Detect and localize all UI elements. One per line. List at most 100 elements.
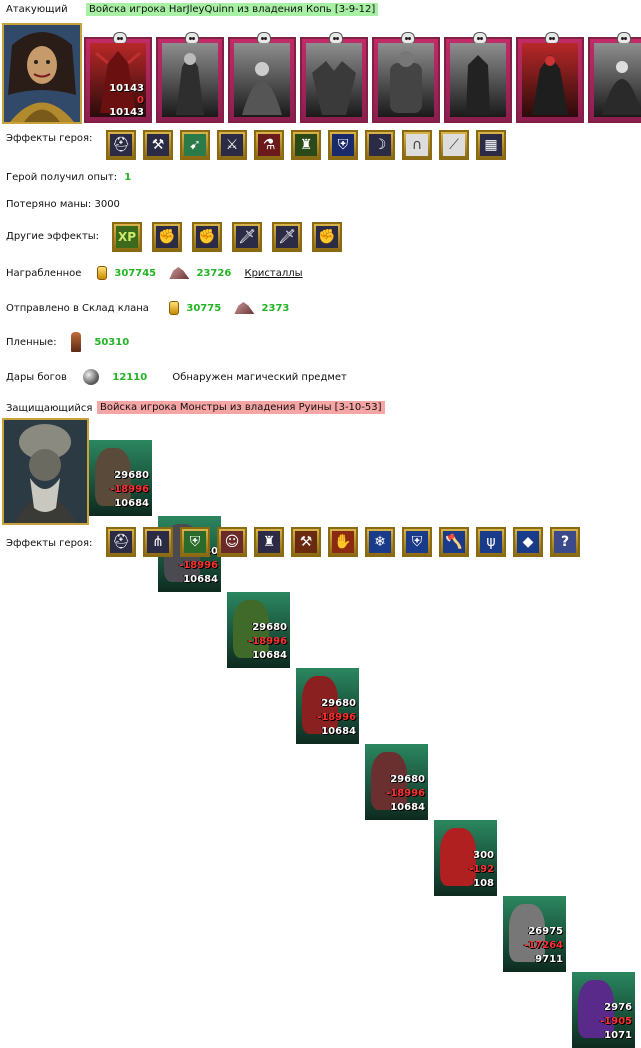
unit-count: 29680 <box>390 774 425 785</box>
defender-hero-portrait[interactable] <box>2 418 89 525</box>
hammers-icon[interactable]: ⚒ <box>291 527 321 557</box>
defender-unit-card[interactable]: 2976 -1905 1071 <box>572 972 635 1048</box>
attacker-unit-card[interactable] <box>516 32 584 123</box>
unit-loss: -18996 <box>248 636 287 647</box>
defender-title: Войска игрока Монстры из владения Руины … <box>97 401 385 414</box>
loot-label: Награбленное <box>6 268 82 279</box>
clan-gold: 30775 <box>186 303 222 314</box>
exp-label: Герой получил опыт: <box>6 172 118 183</box>
sword-icon[interactable]: 🗡 <box>232 222 262 252</box>
attacker-label: Атакующий <box>6 4 68 15</box>
green-shield-icon[interactable]: ⛨ <box>180 527 210 557</box>
attacker-unit-card[interactable] <box>588 32 641 123</box>
attacker-effects-label: Эффекты героя: <box>6 133 93 144</box>
found-item-text: Обнаружен магический предмет <box>172 372 347 383</box>
unknown-icon[interactable]: ? <box>550 527 580 557</box>
frost-shield-icon[interactable]: ⛨ <box>402 527 432 557</box>
crystal-icon <box>234 302 255 314</box>
defender-unit-card[interactable]: 29680 -18996 10684 <box>89 440 152 516</box>
prisoners-label: Пленные: <box>6 337 57 348</box>
unit-remaining: 9711 <box>535 954 563 965</box>
unit-count: 10143 <box>109 83 144 94</box>
unit-loss: -17264 <box>524 940 563 951</box>
unit-count: 26975 <box>528 926 563 937</box>
attacker-unit-card[interactable] <box>444 32 512 123</box>
fist-sword-icon[interactable]: ✊ <box>312 222 342 252</box>
crystal-icon <box>169 267 190 279</box>
prisoner-icon <box>71 332 82 352</box>
unit-loss: -18996 <box>386 788 425 799</box>
idol-icon[interactable]: ♜ <box>291 130 321 160</box>
unit-loss: -18996 <box>110 484 149 495</box>
unit-count: 29680 <box>252 622 287 633</box>
unit-remaining: 10684 <box>390 802 425 813</box>
defender-unit-card[interactable]: 29680 -18996 10684 <box>227 592 290 668</box>
prisoners-value: 50310 <box>94 337 130 348</box>
crystal-icon[interactable]: ◆ <box>513 527 543 557</box>
unit-loss: -18996 <box>317 712 356 723</box>
unit-count: 29680 <box>321 698 356 709</box>
unit-remaining: 10684 <box>252 650 287 661</box>
gifts-row: Дары богов 12110 Обнаружен магический пр… <box>6 369 347 385</box>
sword-heart-icon[interactable]: ⚔ <box>217 130 247 160</box>
attacker-unit-card[interactable] <box>300 32 368 123</box>
fist-sword-icon[interactable]: ✊ <box>152 222 182 252</box>
axe-icon[interactable]: 🪓 <box>439 527 469 557</box>
defender-unit-card[interactable]: 300 -192 108 <box>434 820 497 896</box>
unit-count: 2976 <box>604 1002 632 1013</box>
unit-remaining: 10684 <box>114 498 149 509</box>
loot-crystals: 23726 <box>196 268 232 279</box>
arrow-icon[interactable]: ➹ <box>180 130 210 160</box>
loot-gold: 307745 <box>114 268 157 279</box>
horseshoe-icon[interactable]: ∩ <box>402 130 432 160</box>
gold-icon <box>97 266 108 280</box>
defender-unit-card[interactable]: 29680 -18996 10684 <box>365 744 428 820</box>
trident-icon[interactable]: ψ <box>476 527 506 557</box>
spikes-icon[interactable]: ⋔ <box>143 527 173 557</box>
ice-icon[interactable]: ❄ <box>365 527 395 557</box>
unit-loss: -1905 <box>600 1016 632 1027</box>
potion-icon[interactable]: ⚗ <box>254 130 284 160</box>
creature-figure <box>440 828 476 886</box>
attacker-hero-portrait[interactable] <box>2 23 82 124</box>
defender-unit-card[interactable]: 26975 -17264 9711 <box>503 896 566 972</box>
clan-crystals: 2373 <box>261 303 290 314</box>
unit-remaining: 10143 <box>109 107 144 117</box>
amulet-icon[interactable]: ☽ <box>365 130 395 160</box>
shield-icon[interactable]: ⛨ <box>328 130 358 160</box>
attacker-unit-card[interactable] <box>156 32 224 123</box>
helmet-icon[interactable]: ⛑ <box>106 527 136 557</box>
orb-icon <box>83 369 100 385</box>
unit-count: 300 <box>473 850 494 861</box>
helmet-icon[interactable]: ⛑ <box>106 130 136 160</box>
defender-effects-row: ⛑ ⋔ ⛨ ☺ ♜ ⚒ ✋ ❄ ⛨ 🪓 ψ ◆? <box>106 527 587 557</box>
attacker-unit-card[interactable] <box>228 32 296 123</box>
unit-loss: -18996 <box>179 560 218 571</box>
gifts-value: 12110 <box>112 372 148 383</box>
warrior-icon[interactable]: ☺ <box>217 527 247 557</box>
fire-claw-icon[interactable]: ✋ <box>328 527 358 557</box>
cage-icon[interactable]: ▦ <box>476 130 506 160</box>
attacker-unit-card[interactable] <box>372 32 440 123</box>
unit-count: 29680 <box>114 470 149 481</box>
loot-crystals-link[interactable]: Кристаллы <box>244 268 302 279</box>
exp-value: 1 <box>124 172 132 183</box>
unit-loss: 0 <box>137 95 144 106</box>
unit-remaining: 10684 <box>183 574 218 585</box>
clan-label: Отправлено в Склад клана <box>6 303 149 314</box>
other-effects-label: Другие эффекты: <box>6 231 100 242</box>
fist-sword-icon[interactable]: ✊ <box>192 222 222 252</box>
bone-axe-icon[interactable]: ⚒ <box>143 130 173 160</box>
attacker-effects-row: ⛑ ⚒ ➹ ⚔ ⚗ ♜ ⛨ ☽ ∩ ⟋ ▦ <box>106 130 513 160</box>
defender-unit-card[interactable]: 29680 -18996 10684 <box>296 668 359 744</box>
sabre-icon[interactable]: ⟋ <box>439 130 469 160</box>
defender-effects-label: Эффекты героя: <box>6 538 93 549</box>
sword-icon[interactable]: 🗡 <box>272 222 302 252</box>
idol-icon[interactable]: ♜ <box>254 527 284 557</box>
loot-row: Награбленное 307745 23726 Кристаллы <box>6 266 303 280</box>
defender-label: Защищающийся <box>6 403 93 414</box>
attacker-unit-card[interactable]: 10143 0 10143 <box>84 32 152 123</box>
xp-icon[interactable]: XP <box>112 222 142 252</box>
mana-lost: Потеряно маны: 3000 <box>6 199 120 210</box>
gifts-label: Дары богов <box>6 372 67 383</box>
